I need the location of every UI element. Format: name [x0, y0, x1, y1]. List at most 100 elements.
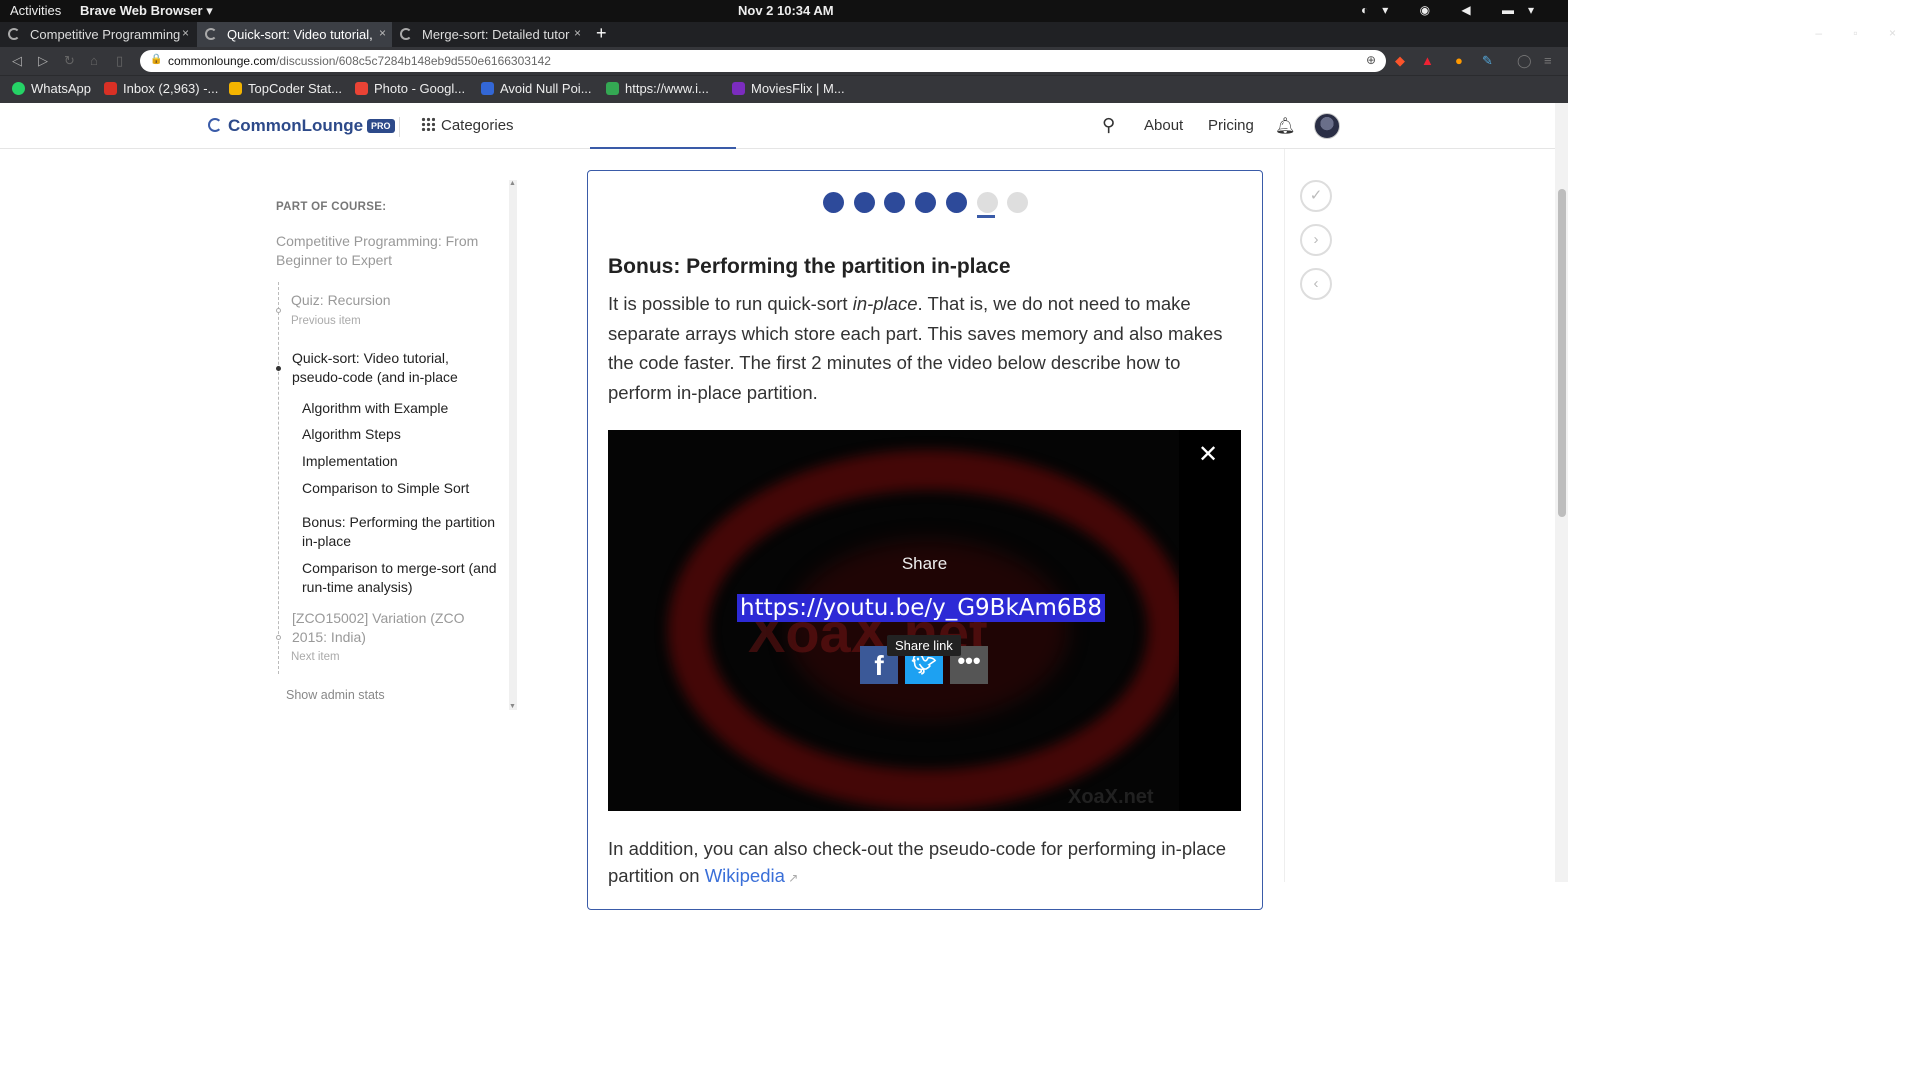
close-icon[interactable]: ✕ — [1198, 440, 1218, 469]
notification-bell-icon[interactable]: 🔔︎ — [1275, 116, 1295, 136]
video-player[interactable]: XoaX.net XoaX.net ✕ Share https://youtu.… — [608, 430, 1241, 811]
part-of-course-label: PART OF COURSE: — [276, 201, 387, 213]
previous-section-icon[interactable]: ‹ — [1300, 268, 1332, 300]
lesson-card: Bonus: Performing the partition in-place… — [587, 170, 1263, 910]
site-icon — [606, 82, 619, 95]
url-path: /discussion/608c5c7284b148eb9d550e616630… — [276, 54, 551, 68]
bookmarks-bar: WhatsApp Inbox (2,963) -... TopCoder Sta… — [0, 75, 1568, 103]
bookmark-avoid-null[interactable]: Avoid Null Poi... — [481, 81, 592, 96]
section-link[interactable]: Comparison to Simple Sort — [302, 479, 502, 498]
bookmark-label: Inbox (2,963) -... — [123, 81, 219, 96]
show-admin-stats-link[interactable]: Show admin stats — [286, 688, 385, 702]
clock[interactable]: Nov 2 10:34 AM — [738, 3, 834, 18]
bookmark-moviesflix[interactable]: MoviesFlix | M... — [732, 81, 845, 96]
logo-icon — [208, 118, 222, 132]
site-icon — [732, 82, 745, 95]
brave-shields-icon[interactable]: ◆ — [1395, 53, 1405, 69]
window-controls[interactable]: – ▫ × — [1815, 26, 1910, 40]
profile-icon[interactable]: ◯ — [1517, 53, 1532, 69]
extension-pen-icon[interactable]: ✎ — [1482, 53, 1493, 69]
search-icon[interactable]: ⚲ — [1102, 115, 1115, 136]
bookmark-icon[interactable]: ▯ — [116, 53, 123, 69]
progress-dot-complete[interactable] — [915, 192, 937, 213]
bookmark-label: https://www.i... — [625, 81, 709, 96]
activities-button[interactable]: Activities — [10, 3, 61, 18]
bookmark-topcoder[interactable]: TopCoder Stat... — [229, 81, 342, 96]
sidebar-scrollbar[interactable]: ▲ ▼ — [509, 180, 517, 710]
home-icon[interactable]: ⌂ — [90, 53, 98, 68]
next-node — [276, 635, 281, 640]
tab-label: Merge-sort: Detailed tutor — [422, 27, 570, 42]
tab-quick-sort[interactable]: Quick-sort: Video tutorial, × — [197, 22, 392, 47]
pricing-link[interactable]: Pricing — [1208, 117, 1254, 134]
video-watermark: XoaX.net — [1068, 786, 1154, 808]
next-item-link[interactable]: [ZCO15002] Variation (ZCO 2015: India) — [292, 609, 482, 647]
pro-badge: PRO — [367, 119, 395, 133]
para-text: It is possible to run quick-sort — [608, 293, 853, 314]
section-link[interactable]: Algorithm Steps — [302, 425, 502, 444]
reload-icon[interactable]: ↻ — [64, 53, 75, 69]
mark-complete-icon[interactable]: ✓ — [1300, 180, 1332, 212]
scroll-down-arrow-icon[interactable]: ▼ — [509, 703, 516, 710]
scroll-up-arrow-icon[interactable]: ▲ — [509, 180, 516, 187]
gmail-icon — [104, 82, 117, 95]
scrollbar-thumb[interactable] — [1558, 189, 1566, 517]
next-section-icon[interactable]: › — [1300, 224, 1332, 256]
tab-close-icon[interactable]: × — [182, 26, 189, 40]
prev-item-label: Previous item — [291, 315, 361, 327]
forward-icon[interactable]: ▷ — [38, 53, 48, 69]
whatsapp-icon — [12, 82, 25, 95]
current-node — [276, 366, 281, 371]
section-link[interactable]: Implementation — [302, 452, 502, 471]
bookmark-inbox[interactable]: Inbox (2,963) -... — [104, 81, 218, 96]
current-item[interactable]: Quick-sort: Video tutorial, pseudo-code … — [292, 349, 492, 387]
progress-dot-incomplete[interactable] — [1007, 192, 1029, 213]
paragraph-wikipedia: In addition, you can also check-out the … — [608, 835, 1248, 892]
video-side-panel — [1179, 430, 1241, 811]
tab-close-icon[interactable]: × — [379, 26, 386, 40]
address-bar[interactable]: 🔒 commonlounge.com/discussion/608c5c7284… — [140, 50, 1386, 72]
loading-icon — [205, 28, 217, 40]
logo-text: CommonLounge — [228, 116, 364, 135]
system-tray[interactable]: ◐▾ ◉ ◀ ▬▾ — [1361, 3, 1548, 17]
brave-rewards-icon[interactable]: ▲ — [1421, 53, 1434, 68]
share-url[interactable]: https://youtu.be/y_G9BkAm6B8 — [737, 594, 1105, 622]
tab-merge-sort[interactable]: Merge-sort: Detailed tutor × — [392, 22, 587, 47]
progress-dot-complete[interactable] — [823, 192, 844, 213]
avatar[interactable] — [1314, 113, 1340, 139]
new-tab-button[interactable]: + — [596, 23, 607, 44]
current-dot-indicator — [977, 215, 995, 218]
bookmark-https[interactable]: https://www.i... — [606, 81, 709, 96]
para-emphasis: in-place — [852, 293, 918, 314]
progress-dot-incomplete[interactable] — [976, 192, 998, 213]
bookmark-photo[interactable]: Photo - Googl... — [355, 81, 465, 96]
about-link[interactable]: About — [1144, 117, 1183, 134]
section-link[interactable]: Algorithm with Example — [302, 399, 502, 418]
section-link[interactable]: Comparison to merge-sort (and run-time a… — [302, 559, 502, 597]
course-title-link[interactable]: Competitive Programming: From Beginner t… — [276, 232, 496, 270]
menu-icon[interactable]: ≡ — [1544, 53, 1552, 68]
extension-icon[interactable]: ● — [1455, 53, 1463, 68]
section-heading: Bonus: Performing the partition in-place — [608, 255, 1011, 278]
wikipedia-link[interactable]: Wikipedia — [705, 865, 785, 886]
tab-close-icon[interactable]: × — [574, 26, 581, 40]
page-scrollbar[interactable] — [1555, 103, 1568, 882]
progress-dot-complete[interactable] — [884, 192, 906, 213]
photos-icon — [355, 82, 368, 95]
loading-icon — [8, 28, 20, 40]
categories-menu[interactable]: Categories — [421, 117, 514, 134]
tab-competitive-programming[interactable]: Competitive Programming × — [0, 22, 195, 47]
drive-icon — [229, 82, 242, 95]
commonlounge-logo[interactable]: CommonLounge PRO — [208, 116, 395, 136]
tab-label: Quick-sort: Video tutorial, — [227, 27, 373, 42]
progress-dot-complete[interactable] — [853, 192, 875, 213]
back-icon[interactable]: ◁ — [12, 53, 22, 69]
zoom-icon[interactable]: ⊕ — [1366, 53, 1376, 67]
app-menu[interactable]: Brave Web Browser ▾ — [80, 3, 213, 19]
para-text: In addition, you can also check-out the … — [608, 838, 1227, 886]
categories-label: Categories — [441, 117, 514, 134]
progress-dot-complete[interactable] — [945, 192, 967, 213]
bookmark-whatsapp[interactable]: WhatsApp — [12, 81, 91, 96]
prev-item-link[interactable]: Quiz: Recursion — [291, 291, 491, 310]
section-link-active[interactable]: Bonus: Performing the partition in-place — [302, 513, 502, 551]
